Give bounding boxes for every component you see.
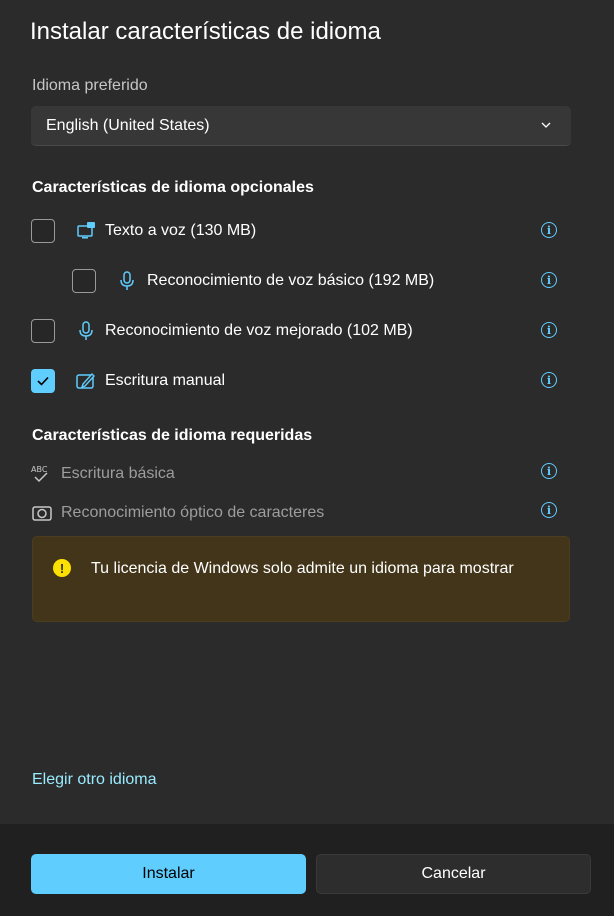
required-features-heading: Características de idioma requeridas — [32, 427, 313, 444]
optional-feature-enhanced-speech: Reconocimiento de voz mejorado (102 MB) — [31, 316, 413, 346]
license-warning-banner: ! Tu licencia de Windows solo admite un … — [32, 536, 570, 622]
basic-speech-label: Reconocimiento de voz básico (192 MB) — [147, 272, 435, 289]
info-icon[interactable]: i — [541, 502, 557, 518]
enhanced-speech-checkbox[interactable] — [31, 319, 55, 343]
preferred-language-label: Idioma preferido — [32, 77, 148, 94]
text-to-speech-checkbox[interactable] — [31, 219, 55, 243]
cancel-button[interactable]: Cancelar — [316, 854, 591, 894]
chevron-down-icon — [539, 118, 553, 132]
optional-feature-handwriting: Escritura manual — [31, 366, 225, 396]
ocr-label: Reconocimiento óptico de caracteres — [61, 504, 325, 521]
microphone-icon — [75, 320, 97, 342]
basic-speech-checkbox[interactable] — [72, 269, 96, 293]
info-icon[interactable]: i — [541, 272, 557, 288]
basic-typing-label: Escritura básica — [61, 465, 175, 482]
handwriting-icon — [75, 370, 97, 392]
svg-text:ABC: ABC — [31, 465, 48, 474]
preferred-language-dropdown[interactable]: English (United States) — [31, 106, 571, 146]
license-warning-message: Tu licencia de Windows solo admite un id… — [91, 560, 514, 577]
warning-icon: ! — [53, 559, 71, 577]
text-to-speech-icon — [75, 220, 97, 242]
camera-icon — [31, 502, 53, 524]
microphone-icon — [116, 270, 138, 292]
info-icon[interactable]: i — [541, 463, 557, 479]
required-feature-basic-typing: ABC Escritura básica — [31, 462, 175, 486]
info-icon[interactable]: i — [541, 322, 557, 338]
install-language-features-dialog: Instalar características de idioma Idiom… — [0, 0, 614, 916]
info-icon[interactable]: i — [541, 222, 557, 238]
optional-features-heading: Características de idioma opcionales — [32, 179, 314, 196]
optional-feature-text-to-speech: Texto a voz (130 MB) — [31, 216, 256, 246]
spellcheck-icon: ABC — [31, 463, 53, 485]
choose-other-language-link[interactable]: Elegir otro idioma — [32, 771, 157, 789]
dialog-footer: Instalar Cancelar — [0, 824, 614, 916]
handwriting-label: Escritura manual — [105, 372, 226, 389]
optional-feature-basic-speech: Reconocimiento de voz básico (192 MB) — [72, 266, 434, 296]
preferred-language-value: English (United States) — [46, 116, 210, 134]
info-icon[interactable]: i — [541, 372, 557, 388]
install-button[interactable]: Instalar — [31, 854, 306, 894]
text-to-speech-label: Texto a voz (130 MB) — [105, 222, 257, 239]
required-feature-ocr: Reconocimiento óptico de caracteres — [31, 501, 324, 525]
checkmark-icon — [37, 376, 49, 386]
enhanced-speech-label: Reconocimiento de voz mejorado (102 MB) — [105, 322, 413, 339]
handwriting-checkbox[interactable] — [31, 369, 55, 393]
dialog-title: Instalar características de idioma — [30, 18, 381, 45]
